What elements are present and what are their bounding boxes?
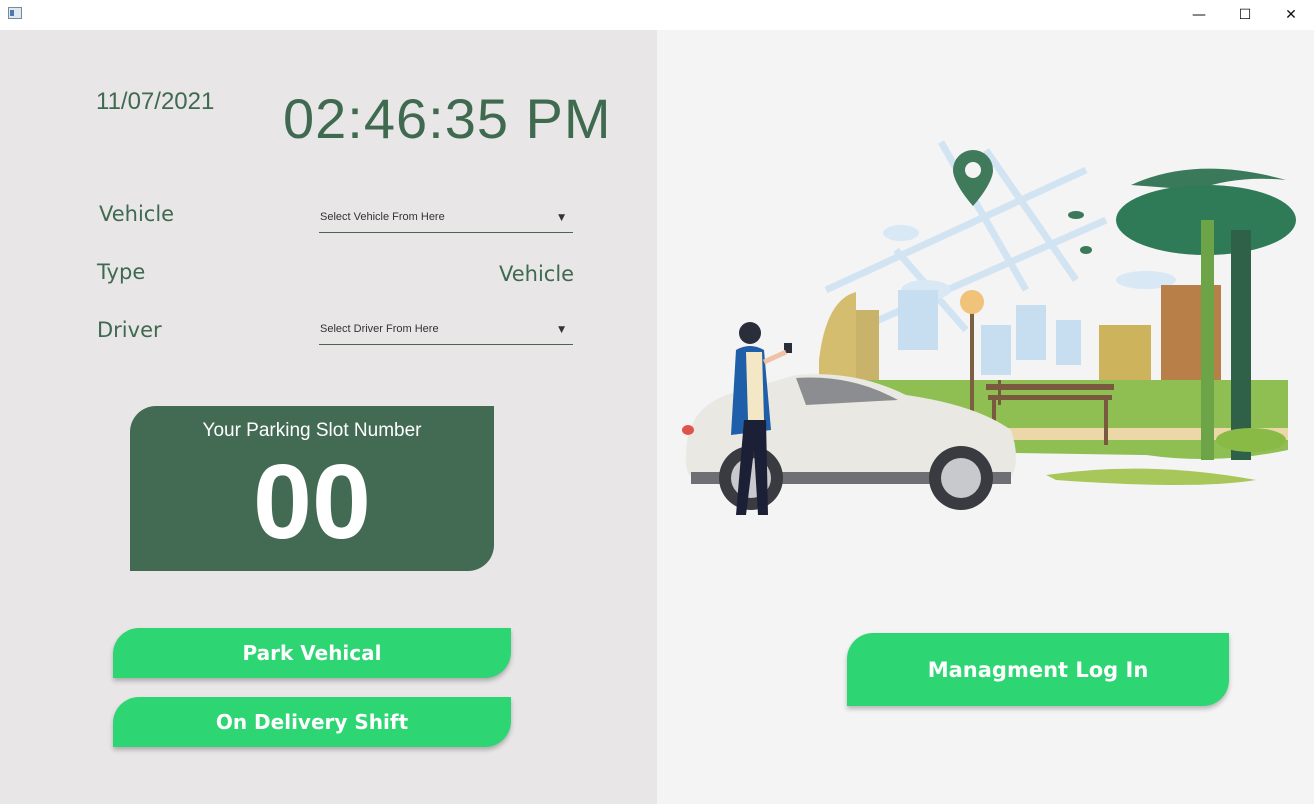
type-label: Type	[97, 260, 146, 284]
management-login-label: Managment Log In	[927, 657, 1149, 682]
driver-select[interactable]: Select Driver From Here ▼	[319, 318, 573, 345]
chevron-down-icon: ▼	[558, 325, 565, 335]
park-vehicle-button[interactable]: Park Vehical	[113, 628, 511, 678]
delivery-shift-button[interactable]: On Delivery Shift	[113, 697, 511, 747]
minimize-icon: —	[1192, 7, 1206, 23]
management-login-button[interactable]: Managment Log In	[847, 633, 1229, 706]
clock-display: 02:46:35 PM	[283, 87, 612, 150]
driver-select-text: Select Driver From Here	[320, 323, 439, 335]
chevron-down-icon: ▼	[558, 213, 565, 223]
parking-slot-number: 00	[253, 443, 371, 561]
vehicle-select-text: Select Vehicle From Here	[320, 211, 445, 223]
parking-illustration	[682, 140, 1296, 515]
delivery-shift-label: On Delivery Shift	[215, 710, 409, 734]
left-panel: 11/07/2021 02:46:35 PM Vehicle Select Ve…	[0, 30, 657, 804]
app-icon	[8, 7, 22, 19]
date-display: 11/07/2021	[96, 88, 215, 115]
type-value: Vehicle	[499, 262, 575, 286]
parking-slot-title: Your Parking Slot Number	[202, 420, 422, 441]
minimize-button[interactable]: —	[1176, 0, 1222, 30]
maximize-button[interactable]: ☐	[1222, 0, 1268, 30]
parking-slot-card: Your Parking Slot Number 00	[130, 406, 494, 571]
vehicle-select[interactable]: Select Vehicle From Here ▼	[319, 206, 573, 233]
driver-label: Driver	[97, 318, 162, 342]
close-icon: ✕	[1285, 7, 1297, 23]
close-button[interactable]: ✕	[1268, 0, 1314, 30]
title-bar: — ☐ ✕	[0, 0, 1314, 30]
park-vehicle-label: Park Vehical	[242, 641, 382, 665]
vehicle-label: Vehicle	[99, 202, 175, 226]
maximize-icon: ☐	[1238, 7, 1252, 23]
